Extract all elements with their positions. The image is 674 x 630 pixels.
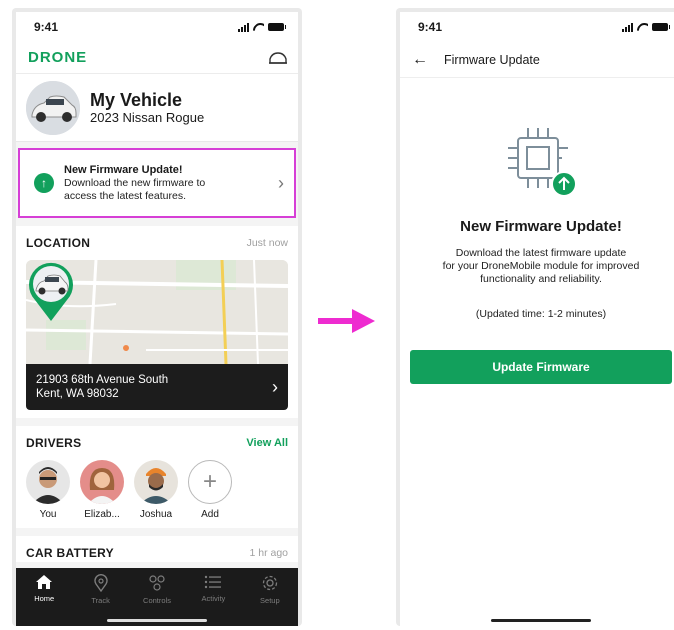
status-time: 9:41 bbox=[418, 20, 443, 34]
tab-setup[interactable]: Setup bbox=[242, 574, 298, 626]
tab-label: Track bbox=[91, 596, 110, 605]
vehicle-name: My Vehicle bbox=[90, 90, 183, 110]
avatar bbox=[80, 460, 124, 504]
banner-body-line1: Download the new firmware to bbox=[64, 176, 206, 189]
vehicle-card[interactable]: My Vehicle 2023 Nissan Rogue bbox=[16, 74, 298, 142]
vehicle-photo bbox=[26, 80, 80, 135]
driver-item[interactable]: You bbox=[26, 460, 70, 520]
tab-label: Home bbox=[34, 594, 55, 603]
banner-body-line2: access the latest features. bbox=[64, 189, 186, 202]
vehicle-info: My Vehicle 2023 Nissan Rogue bbox=[90, 90, 204, 125]
status-icons bbox=[622, 22, 670, 32]
firmware-body-line1: Download the latest firmware update bbox=[455, 247, 627, 259]
firmware-update-banner[interactable]: ↑ New Firmware Update! Download the new … bbox=[18, 148, 296, 218]
add-driver-label: Add bbox=[201, 509, 219, 520]
location-pin-icon bbox=[93, 574, 108, 592]
banner-title: New Firmware Update! bbox=[64, 163, 183, 176]
driver-name: Joshua bbox=[139, 509, 173, 520]
firmware-screen: 9:41 ← Firmware Update New Firmware Upda… bbox=[400, 12, 674, 626]
banner-text: New Firmware Update! Download the new fi… bbox=[64, 164, 268, 203]
arrow-up-icon: ↑ bbox=[34, 173, 54, 193]
driver-item[interactable]: Elizab... bbox=[80, 460, 124, 520]
firmware-body-line2: for your DroneMobile module for improved bbox=[442, 260, 640, 272]
firmware-title: New Firmware Update! bbox=[460, 218, 622, 235]
location-updated: Just now bbox=[246, 237, 288, 249]
flow-canvas: 9:41 DRONE My Vehicle 2023 Nissan Rogue … bbox=[0, 0, 674, 630]
battery-icon bbox=[268, 23, 286, 31]
home-screen: 9:41 DRONE My Vehicle 2023 Nissan Rogue … bbox=[16, 12, 298, 626]
signal-icon bbox=[622, 22, 633, 32]
updated-time-note: (Updated time: 1-2 minutes) bbox=[475, 308, 607, 320]
update-firmware-button[interactable]: Update Firmware bbox=[410, 350, 672, 384]
status-bar: 9:41 bbox=[16, 12, 298, 42]
nav-bar: ← Firmware Update bbox=[400, 42, 674, 78]
firmware-body-line3: functionality and reliability. bbox=[480, 273, 602, 285]
wifi-icon bbox=[253, 23, 264, 31]
location-map[interactable] bbox=[26, 260, 288, 364]
tab-label: Controls bbox=[143, 596, 171, 605]
car-battery-section: CAR BATTERY 1 hr ago bbox=[16, 536, 298, 562]
car-battery-title: CAR BATTERY bbox=[26, 546, 114, 560]
add-driver[interactable]: + Add bbox=[188, 460, 232, 520]
driver-name: You bbox=[39, 509, 57, 520]
location-title: LOCATION bbox=[26, 236, 91, 250]
bottom-tab-bar: Home Track Controls Activity Setup bbox=[16, 568, 298, 626]
address-bar[interactable]: 21903 68th Avenue South Kent, WA 98032 › bbox=[26, 364, 288, 410]
chip-with-update-icon bbox=[508, 128, 577, 197]
driver-item[interactable]: Joshua bbox=[134, 460, 178, 520]
view-all-link[interactable]: View All bbox=[246, 437, 288, 449]
chevron-right-icon: › bbox=[278, 172, 284, 193]
car-battery-header: CAR BATTERY 1 hr ago bbox=[26, 544, 288, 562]
chevron-right-icon: › bbox=[272, 376, 278, 397]
vehicle-location-pin bbox=[29, 262, 74, 321]
drivers-row: You Elizab... Joshua + Add bbox=[26, 452, 288, 528]
signal-icon bbox=[238, 22, 249, 32]
driver-name: Elizab... bbox=[84, 509, 120, 520]
car-battery-updated: 1 hr ago bbox=[249, 547, 288, 559]
address-line1: 21903 68th Avenue South bbox=[36, 374, 169, 386]
drivers-header: DRIVERS View All bbox=[26, 434, 288, 452]
status-time: 9:41 bbox=[34, 20, 59, 34]
brand-logo: DRONE bbox=[28, 49, 88, 66]
car-outline-icon[interactable] bbox=[268, 51, 288, 64]
home-indicator bbox=[107, 619, 207, 622]
plus-icon[interactable]: + bbox=[188, 460, 232, 504]
avatar bbox=[134, 460, 178, 504]
status-icons bbox=[238, 22, 286, 32]
home-icon bbox=[36, 575, 53, 589]
home-indicator bbox=[491, 619, 591, 622]
firmware-description: Download the latest firmware update for … bbox=[420, 247, 662, 286]
battery-icon bbox=[652, 23, 670, 31]
list-icon bbox=[205, 575, 222, 589]
nav-title: Firmware Update bbox=[444, 52, 540, 67]
firmware-phone: 9:41 ← Firmware Update New Firmware Upda… bbox=[396, 8, 674, 626]
controls-icon bbox=[149, 575, 165, 591]
app-header: DRONE bbox=[16, 42, 298, 74]
drivers-title: DRIVERS bbox=[26, 436, 82, 450]
avatar bbox=[26, 460, 70, 504]
vehicle-model: 2023 Nissan Rogue bbox=[90, 110, 205, 125]
address-line2: Kent, WA 98032 bbox=[36, 388, 119, 400]
flow-arrow-icon bbox=[318, 309, 375, 333]
home-phone: 9:41 DRONE My Vehicle 2023 Nissan Rogue … bbox=[12, 8, 302, 626]
tab-home[interactable]: Home bbox=[16, 574, 72, 626]
address-lines: 21903 68th Avenue South Kent, WA 98032 bbox=[36, 373, 168, 401]
tab-label: Activity bbox=[201, 594, 226, 603]
status-bar: 9:41 bbox=[400, 12, 674, 42]
back-arrow-icon[interactable]: ← bbox=[412, 51, 428, 69]
location-section: LOCATION Just now 21903 68th Avenue Sout… bbox=[16, 226, 298, 418]
tab-label: Setup bbox=[260, 596, 280, 605]
drivers-section: DRIVERS View All You Elizab... Joshua + … bbox=[16, 426, 298, 528]
gear-icon bbox=[262, 575, 277, 591]
location-header: LOCATION Just now bbox=[26, 234, 288, 252]
wifi-icon bbox=[637, 23, 648, 31]
